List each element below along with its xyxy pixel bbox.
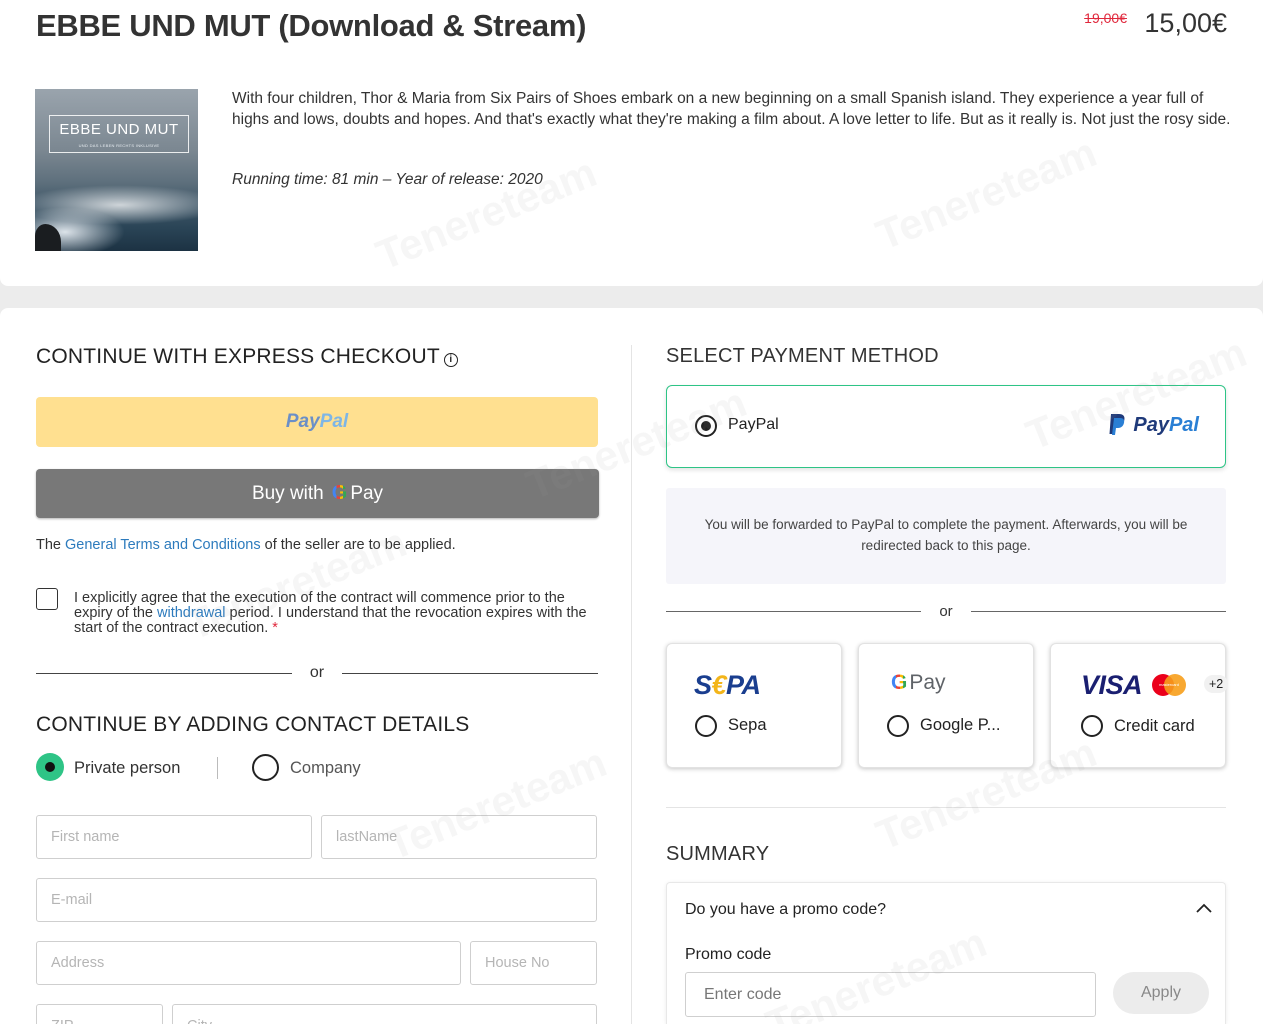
paypal-logo-pay: Pay	[285, 411, 320, 432]
paypal-radio[interactable]	[695, 415, 717, 437]
paypal-logo-pal: Pal	[319, 411, 349, 432]
poster-title-box: EBBE UND MUT UND DAS LEBEN RECHTS INKLUS…	[49, 115, 189, 153]
paypal-logo-pal: Pal	[1168, 413, 1199, 436]
google-pay-label: Google P...	[920, 716, 1001, 734]
product-title: EBBE UND MUT (Download & Stream)	[36, 8, 587, 43]
gpay-pay-text: Pay	[350, 482, 384, 504]
express-checkout-heading: CONTINUE WITH EXPRESS CHECKOUT i	[36, 345, 458, 369]
paypal-express-button[interactable]: PayPal	[36, 397, 598, 447]
or-divider: or	[36, 664, 599, 682]
contact-details-heading: CONTINUE BY ADDING CONTACT DETAILS	[36, 713, 470, 736]
credit-card-radio[interactable]	[1081, 715, 1103, 737]
payment-option-credit-card[interactable]: VISA mastercard +2 Credit card	[1050, 643, 1229, 768]
chevron-up-icon[interactable]	[1195, 899, 1213, 917]
or-text: or	[309, 664, 325, 681]
product-poster: EBBE UND MUT UND DAS LEBEN RECHTS INKLUS…	[35, 89, 198, 251]
sepa-logo-s: S	[694, 670, 712, 700]
terms-prefix: The	[36, 537, 66, 553]
apply-button[interactable]: Apply	[1113, 972, 1209, 1014]
more-cards-badge: +2	[1204, 675, 1229, 693]
zip-input[interactable]	[36, 1004, 163, 1024]
paypal-info-box: You will be forwarded to PayPal to compl…	[666, 488, 1226, 584]
payment-option-google-pay[interactable]: GPay Google P...	[858, 643, 1034, 768]
product-card: EBBE UND MUT (Download & Stream) 19,00€ …	[0, 0, 1263, 286]
sepa-radio[interactable]	[695, 715, 717, 737]
or-text: or	[939, 603, 953, 620]
promo-code-label: Promo code	[685, 946, 772, 963]
withdrawal-link[interactable]: withdrawal	[157, 605, 226, 621]
mastercard-text: mastercard	[1158, 682, 1179, 687]
divider-line	[970, 611, 1226, 612]
product-meta: Running time: 81 min – Year of release: …	[232, 171, 543, 188]
address-input[interactable]	[36, 941, 461, 985]
required-marker: *	[272, 620, 278, 636]
promo-code-question[interactable]: Do you have a promo code?	[685, 901, 886, 919]
agree-text: I explicitly agree that the execution of…	[74, 591, 594, 636]
credit-card-label: Credit card	[1114, 717, 1195, 735]
company-label[interactable]: Company	[290, 759, 361, 778]
divider-line	[36, 672, 292, 674]
promo-code-input[interactable]	[685, 972, 1096, 1017]
divider-line	[342, 672, 599, 674]
city-input[interactable]	[172, 1004, 597, 1024]
paypal-info-text: You will be forwarded to PayPal to compl…	[704, 517, 1188, 553]
info-icon[interactable]: i	[443, 353, 458, 367]
google-g-icon: G	[331, 482, 348, 504]
house-number-input[interactable]	[470, 941, 597, 985]
terms-suffix: of the seller are to be applied.	[260, 537, 456, 553]
first-name-input[interactable]	[36, 815, 312, 859]
promo-code-panel: Do you have a promo code? Promo code App…	[666, 882, 1226, 1024]
radio-separator	[217, 757, 218, 779]
gpay-prefix: Buy with	[251, 482, 324, 504]
sepa-logo-euro: €	[711, 670, 727, 700]
old-price: 19,00€	[1084, 10, 1127, 26]
paypal-logo: PayPal	[286, 411, 348, 433]
divider-line	[666, 611, 922, 612]
summary-divider	[666, 807, 1226, 808]
google-pay-radio[interactable]	[887, 715, 909, 737]
express-checkout-title: CONTINUE WITH EXPRESS CHECKOUT	[36, 345, 440, 368]
column-divider	[631, 345, 632, 1024]
terms-notice: The General Terms and Conditions of the …	[36, 537, 456, 553]
payment-method-heading: SELECT PAYMENT METHOD	[666, 345, 939, 367]
private-person-radio[interactable]	[36, 753, 64, 781]
poster-subtitle: UND DAS LEBEN RECHTS INKLUSIVE	[78, 143, 160, 148]
product-description: With four children, Thor & Maria from Si…	[232, 90, 1231, 128]
payment-or-divider: or	[666, 603, 1226, 620]
google-pay-logo: GPay	[891, 671, 946, 695]
mastercard-icon: mastercard	[1152, 674, 1186, 696]
paypal-p-icon	[1109, 414, 1125, 435]
private-person-label[interactable]: Private person	[74, 759, 180, 778]
current-price: 15,00€	[1144, 8, 1227, 38]
payment-option-sepa[interactable]: S€PA Sepa	[666, 643, 842, 768]
terms-link[interactable]: General Terms and Conditions	[65, 537, 261, 553]
payment-option-paypal[interactable]: PayPal Pay Pal	[666, 385, 1226, 468]
paypal-logo-pay: Pay	[1133, 413, 1169, 436]
google-g-icon: G	[891, 671, 908, 694]
company-radio[interactable]	[252, 754, 279, 781]
agree-checkbox[interactable]	[36, 588, 58, 610]
paypal-option-label: PayPal	[728, 416, 779, 433]
email-input[interactable]	[36, 878, 597, 922]
google-pay-button[interactable]: Buy with G Pay	[36, 469, 599, 518]
paypal-logo: PayPal	[1107, 413, 1199, 437]
last-name-input[interactable]	[321, 815, 597, 859]
sepa-logo: S€PA	[694, 670, 761, 701]
sepa-label: Sepa	[728, 716, 767, 734]
google-pay-text: Pay	[909, 671, 946, 694]
visa-logo: VISA	[1081, 670, 1143, 700]
poster-title: EBBE UND MUT	[59, 121, 179, 138]
sepa-logo-pa: PA	[726, 670, 761, 700]
summary-heading: SUMMARY	[666, 843, 770, 865]
